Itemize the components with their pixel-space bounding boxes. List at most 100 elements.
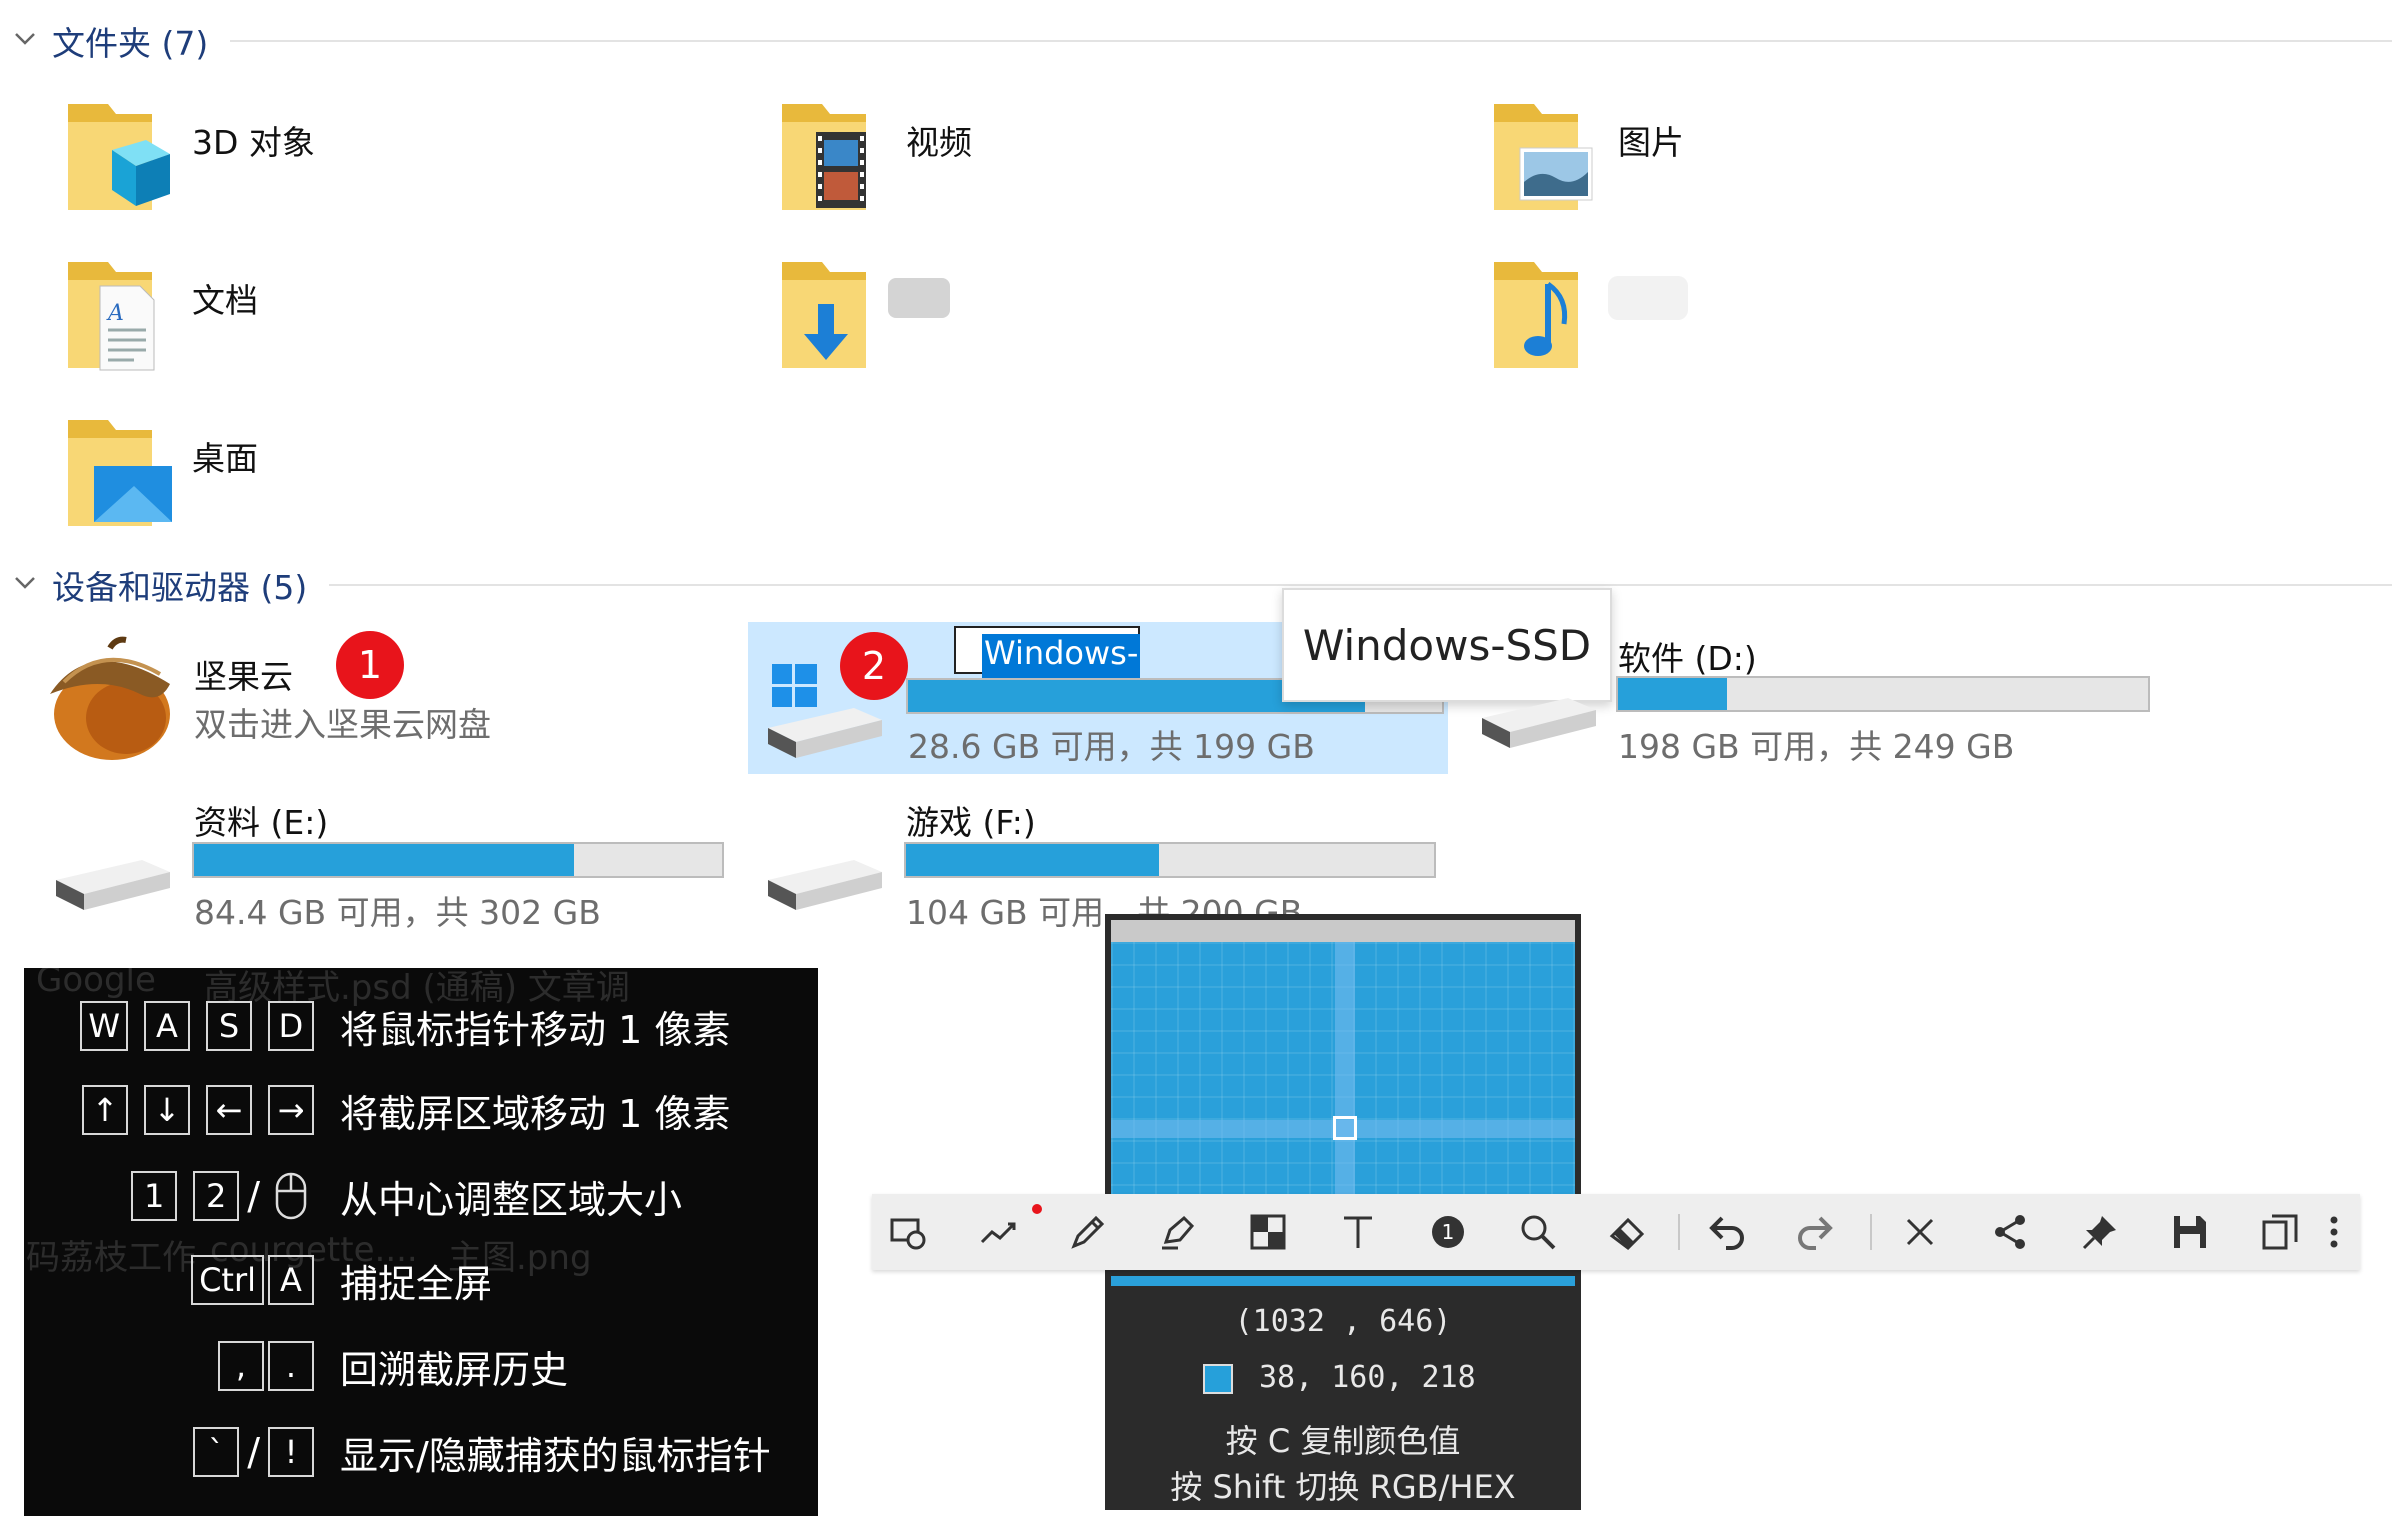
documents-folder-icon: A xyxy=(68,262,155,371)
mouse-icon xyxy=(268,1171,314,1221)
folder-documents[interactable]: A 文档 xyxy=(64,256,664,396)
drive-d-item[interactable]: 软件 (D:) 198 GB 可用，共 249 GB xyxy=(1470,628,2190,788)
shortcut-row: 1 2 / 从中心调整区域大小 xyxy=(24,1168,818,1224)
folder-label: 桌面 xyxy=(192,439,258,478)
key: A xyxy=(268,1255,314,1305)
line-icon[interactable] xyxy=(978,1212,1018,1252)
key-separator: / xyxy=(247,1430,260,1474)
copy-icon[interactable] xyxy=(2260,1212,2300,1252)
shortcut-row: ` / ! 显示/隐藏捕获的鼠标指针 xyxy=(24,1424,818,1480)
divider xyxy=(230,40,2392,42)
key: . xyxy=(268,1341,314,1391)
chevron-down-icon[interactable] xyxy=(12,25,42,58)
folders-group-header[interactable]: 文件夹 (7) xyxy=(12,16,2392,66)
shortcut-row: ↑ ↓ ← → 将截屏区域移动 1 像素 xyxy=(24,1082,818,1138)
group-title: 设备和驱动器 (5) xyxy=(52,568,308,607)
key: ← xyxy=(206,1085,252,1135)
shortcut-help-panel: Google 高级样式.psd (通稿) 文章调 码荔枝工作 courgette… xyxy=(24,968,818,1516)
drive-name: 资料 (E:) xyxy=(194,803,329,842)
divider xyxy=(329,584,2392,586)
acorn-icon xyxy=(50,636,170,760)
rename-input[interactable]: Windows-SSD xyxy=(954,626,1141,710)
key: , xyxy=(218,1341,264,1391)
shortcut-row: Ctrl A 捕捉全屏 xyxy=(24,1252,818,1308)
shape-icon[interactable] xyxy=(888,1212,928,1252)
blurred-label xyxy=(888,278,950,318)
videos-folder-icon xyxy=(782,104,866,210)
pictures-folder-icon xyxy=(1494,104,1593,210)
shortcut-description: 将鼠标指针移动 1 像素 xyxy=(340,1007,731,1052)
folder-pictures[interactable]: 图片 xyxy=(1490,98,2090,238)
share-icon[interactable] xyxy=(1990,1212,2030,1252)
drive-name: 游戏 (F:) xyxy=(906,803,1036,842)
annotation-badge: 1 xyxy=(336,631,404,699)
svg-text:1: 1 xyxy=(1442,1220,1455,1244)
jianguoyun-item[interactable]: 坚果云 双击进入坚果云网盘 1 xyxy=(40,628,760,788)
folder-videos[interactable]: 视频 xyxy=(778,98,1378,238)
drive-name: 软件 (D:) xyxy=(1618,639,1757,678)
music-folder-icon xyxy=(1494,262,1578,368)
svg-text:A: A xyxy=(106,301,124,326)
shortcut-row: , . 回溯截屏历史 xyxy=(24,1338,818,1394)
crosshair-vertical xyxy=(1335,942,1355,1200)
key: ! xyxy=(268,1427,314,1477)
hint-copy-color: 按 C 复制颜色值 xyxy=(1225,1422,1461,1460)
desktop-folder-icon xyxy=(68,420,172,526)
key: Ctrl xyxy=(191,1255,264,1305)
magnifier-pixel-grid xyxy=(1111,942,1575,1200)
drive-icon xyxy=(768,860,882,910)
drive-e-item[interactable]: 资料 (E:) 84.4 GB 可用，共 302 GB xyxy=(48,790,768,950)
shortcut-row: W A S D 将鼠标指针移动 1 像素 xyxy=(24,998,818,1054)
key: 2 xyxy=(193,1171,240,1221)
more-icon[interactable] xyxy=(2314,1212,2354,1252)
drive-usage-bar xyxy=(904,842,1436,878)
key: W xyxy=(80,1001,128,1051)
key: 1 xyxy=(131,1171,178,1221)
drive-subtitle: 双击进入坚果云网盘 xyxy=(194,705,491,744)
blurred-label xyxy=(1608,276,1688,320)
folder-label: 文档 xyxy=(192,281,258,320)
key: D xyxy=(268,1001,314,1051)
chevron-down-icon[interactable] xyxy=(12,569,42,602)
magnifier-top-strip xyxy=(1111,920,1575,942)
folder-downloads[interactable] xyxy=(778,256,1378,396)
key: → xyxy=(268,1085,314,1135)
folder-label: 3D 对象 xyxy=(192,123,315,162)
undo-icon[interactable] xyxy=(1706,1212,1746,1252)
number-icon[interactable]: 1 xyxy=(1428,1212,1468,1252)
cursor-coordinates: (1032 , 646) xyxy=(1234,1304,1452,1339)
pin-icon[interactable] xyxy=(2080,1212,2120,1252)
shortcut-description: 从中心调整区域大小 xyxy=(340,1177,683,1222)
key: ↑ xyxy=(82,1085,128,1135)
annotation-toolbar: 1 xyxy=(872,1194,2360,1270)
folder-label: 图片 xyxy=(1618,123,1684,162)
close-icon[interactable] xyxy=(1900,1212,1940,1252)
downloads-folder-icon xyxy=(782,262,866,368)
highlighter-icon[interactable] xyxy=(1158,1212,1198,1252)
folder-label: 视频 xyxy=(906,123,972,162)
drive-free-space: 84.4 GB 可用，共 302 GB xyxy=(194,893,601,932)
key: A xyxy=(144,1001,190,1051)
magnifier-icon[interactable] xyxy=(1518,1212,1558,1252)
background-ghost-text: Google xyxy=(36,968,156,1000)
folder-desktop[interactable]: 桌面 xyxy=(64,414,664,554)
mosaic-icon[interactable] xyxy=(1248,1212,1288,1252)
drive-usage-fill xyxy=(1618,678,1727,710)
eraser-icon[interactable] xyxy=(1608,1212,1648,1252)
drive-icon xyxy=(56,860,170,910)
notification-dot xyxy=(1032,1204,1042,1214)
magnifier-grid-bottom xyxy=(1111,1276,1575,1286)
drive-usage-bar xyxy=(192,842,724,878)
devices-group-header[interactable]: 设备和驱动器 (5) xyxy=(12,560,2392,610)
folder-music[interactable] xyxy=(1490,256,2090,396)
save-icon[interactable] xyxy=(2170,1212,2210,1252)
pen-icon[interactable] xyxy=(1068,1212,1108,1252)
redo-icon[interactable] xyxy=(1796,1212,1836,1252)
text-icon[interactable] xyxy=(1338,1212,1378,1252)
folder-3d-objects[interactable]: 3D 对象 xyxy=(64,98,664,238)
toolbar-divider xyxy=(1678,1214,1680,1250)
shortcut-description: 回溯截屏历史 xyxy=(340,1347,569,1392)
key: ↓ xyxy=(144,1085,190,1135)
shortcut-description: 捕捉全屏 xyxy=(340,1261,493,1306)
3d-objects-folder-icon xyxy=(68,104,170,210)
